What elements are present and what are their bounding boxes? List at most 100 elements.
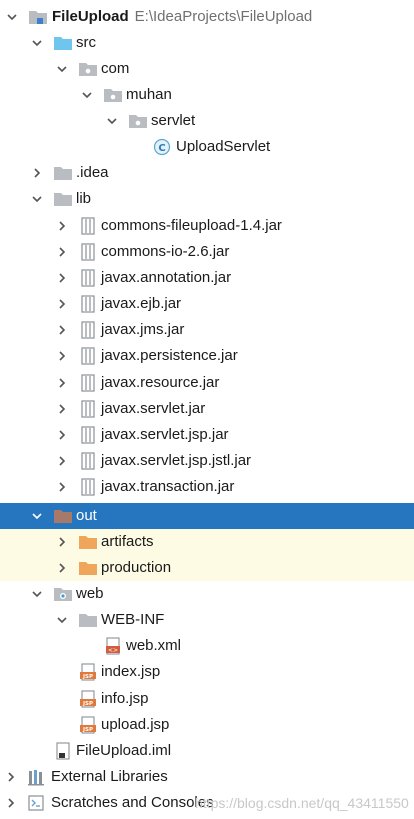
- chevron-down-icon[interactable]: [79, 82, 95, 108]
- chevron-right-icon[interactable]: [54, 448, 70, 474]
- tree-label-jar: javax.ejb.jar: [101, 295, 182, 312]
- tree-label-jar: javax.resource.jar: [101, 374, 220, 391]
- project-name: FileUpload E:\IdeaProjects\FileUpload: [52, 8, 313, 25]
- tree-row-jar[interactable]: javax.transaction.jar: [0, 474, 414, 500]
- tree-row-external-libraries[interactable]: External Libraries: [0, 764, 414, 790]
- tree-row-src[interactable]: src: [0, 30, 414, 56]
- source-folder-icon: [53, 34, 73, 52]
- chevron-right-icon[interactable]: [3, 764, 19, 790]
- tree-label-production: production: [101, 559, 172, 576]
- tree-row-jar[interactable]: javax.ejb.jar: [0, 291, 414, 317]
- project-tree: FileUpload E:\IdeaProjects\FileUpload src…: [0, 0, 414, 819]
- tree-label-jar: commons-io-2.6.jar: [101, 243, 230, 260]
- project-path: E:\IdeaProjects\FileUpload: [134, 8, 313, 25]
- tree-row-iml[interactable]: FileUpload.iml: [0, 738, 414, 764]
- chevron-right-icon[interactable]: [54, 396, 70, 422]
- svg-text:C: C: [158, 143, 165, 154]
- tree-label-web-xml: web.xml: [126, 637, 182, 654]
- tree-label-upload-jsp: upload.jsp: [101, 716, 170, 733]
- jar-icon: [78, 269, 98, 287]
- tree-label-muhan: muhan: [126, 86, 172, 103]
- chevron-right-icon[interactable]: [29, 160, 45, 186]
- chevron-right-icon[interactable]: [3, 790, 19, 816]
- chevron-down-icon[interactable]: [29, 581, 45, 607]
- project-folder-icon: [28, 8, 48, 26]
- chevron-right-icon[interactable]: [54, 529, 70, 555]
- jsp-file-icon: JSP: [78, 716, 98, 734]
- tree-row-upload-servlet[interactable]: C UploadServlet: [0, 134, 414, 160]
- tree-row-web[interactable]: web: [0, 581, 414, 607]
- xml-file-icon: <>: [103, 637, 123, 655]
- tree-label-scratches: Scratches and Consoles: [51, 794, 214, 811]
- tree-row-artifacts[interactable]: artifacts: [0, 529, 414, 555]
- tree-label-web-inf: WEB-INF: [101, 611, 165, 628]
- tree-label-jar: javax.servlet.jar: [101, 400, 206, 417]
- tree-row-project-root[interactable]: FileUpload E:\IdeaProjects\FileUpload: [0, 4, 414, 30]
- tree-row-jar[interactable]: javax.servlet.jsp.jstl.jar: [0, 448, 414, 474]
- tree-label-artifacts: artifacts: [101, 533, 154, 550]
- chevron-right-icon[interactable]: [54, 370, 70, 396]
- tree-label-jar: javax.servlet.jsp.jstl.jar: [101, 452, 252, 469]
- tree-label-servlet: servlet: [151, 112, 196, 129]
- chevron-right-icon[interactable]: [54, 265, 70, 291]
- tree-row-jar[interactable]: javax.resource.jar: [0, 370, 414, 396]
- tree-row-muhan[interactable]: muhan: [0, 82, 414, 108]
- svg-text:JSP: JSP: [82, 674, 93, 680]
- tree-row-jar[interactable]: javax.servlet.jsp.jar: [0, 422, 414, 448]
- jsp-file-icon: JSP: [78, 663, 98, 681]
- tree-label-jar: javax.jms.jar: [101, 321, 185, 338]
- tree-row-lib[interactable]: lib: [0, 186, 414, 212]
- chevron-right-icon[interactable]: [54, 213, 70, 239]
- watermark: https://blog.csdn.net/qq_43411550: [195, 795, 409, 811]
- chevron-down-icon[interactable]: [29, 186, 45, 212]
- jar-icon: [78, 426, 98, 444]
- jar-icon: [78, 478, 98, 496]
- chevron-down-icon[interactable]: [4, 4, 20, 30]
- java-class-icon: C: [152, 138, 172, 156]
- tree-row-jar[interactable]: commons-fileupload-1.4.jar: [0, 213, 414, 239]
- tree-row-upload-jsp[interactable]: JSP upload.jsp: [0, 712, 414, 738]
- tree-label-src: src: [76, 34, 96, 51]
- tree-label-lib: lib: [76, 190, 92, 207]
- tree-row-out[interactable]: out: [0, 503, 414, 529]
- chevron-right-icon[interactable]: [54, 474, 70, 500]
- chevron-right-icon[interactable]: [54, 239, 70, 265]
- chevron-down-icon[interactable]: [54, 56, 70, 82]
- tree-row-jar[interactable]: javax.annotation.jar: [0, 265, 414, 291]
- tree-row-idea[interactable]: .idea: [0, 160, 414, 186]
- folder-icon: [78, 559, 98, 577]
- tree-label-index-jsp: index.jsp: [101, 663, 161, 680]
- tree-row-servlet[interactable]: servlet: [0, 108, 414, 134]
- chevron-right-icon[interactable]: [54, 422, 70, 448]
- jar-icon: [78, 243, 98, 261]
- tree-row-web-inf[interactable]: WEB-INF: [0, 607, 414, 633]
- tree-row-com[interactable]: com: [0, 56, 414, 82]
- chevron-down-icon[interactable]: [29, 30, 45, 56]
- tree-label-out: out: [76, 507, 97, 524]
- jar-icon: [78, 374, 98, 392]
- chevron-right-icon[interactable]: [54, 291, 70, 317]
- tree-row-jar[interactable]: javax.servlet.jar: [0, 396, 414, 422]
- web-folder-icon: [53, 585, 73, 603]
- tree-row-production[interactable]: production: [0, 555, 414, 581]
- chevron-down-icon[interactable]: [104, 108, 120, 134]
- tree-row-jar[interactable]: javax.jms.jar: [0, 317, 414, 343]
- tree-row-info-jsp[interactable]: JSP info.jsp: [0, 686, 414, 712]
- tree-row-web-xml[interactable]: <> web.xml: [0, 633, 414, 659]
- chevron-right-icon[interactable]: [54, 343, 70, 369]
- chevron-down-icon[interactable]: [54, 607, 70, 633]
- tree-label-upload-servlet: UploadServlet: [176, 138, 271, 155]
- jar-icon: [78, 295, 98, 313]
- chevron-right-icon[interactable]: [54, 555, 70, 581]
- tree-row-jar[interactable]: javax.persistence.jar: [0, 343, 414, 369]
- tree-row-index-jsp[interactable]: JSP index.jsp: [0, 659, 414, 685]
- svg-text:JSP: JSP: [82, 701, 93, 707]
- svg-text:JSP: JSP: [82, 727, 93, 733]
- tree-row-jar[interactable]: commons-io-2.6.jar: [0, 239, 414, 265]
- chevron-down-icon[interactable]: [29, 503, 45, 529]
- folder-icon: [78, 533, 98, 551]
- package-icon: [78, 60, 98, 78]
- chevron-right-icon[interactable]: [54, 317, 70, 343]
- svg-text:<>: <>: [108, 647, 118, 654]
- folder-icon: [53, 164, 73, 182]
